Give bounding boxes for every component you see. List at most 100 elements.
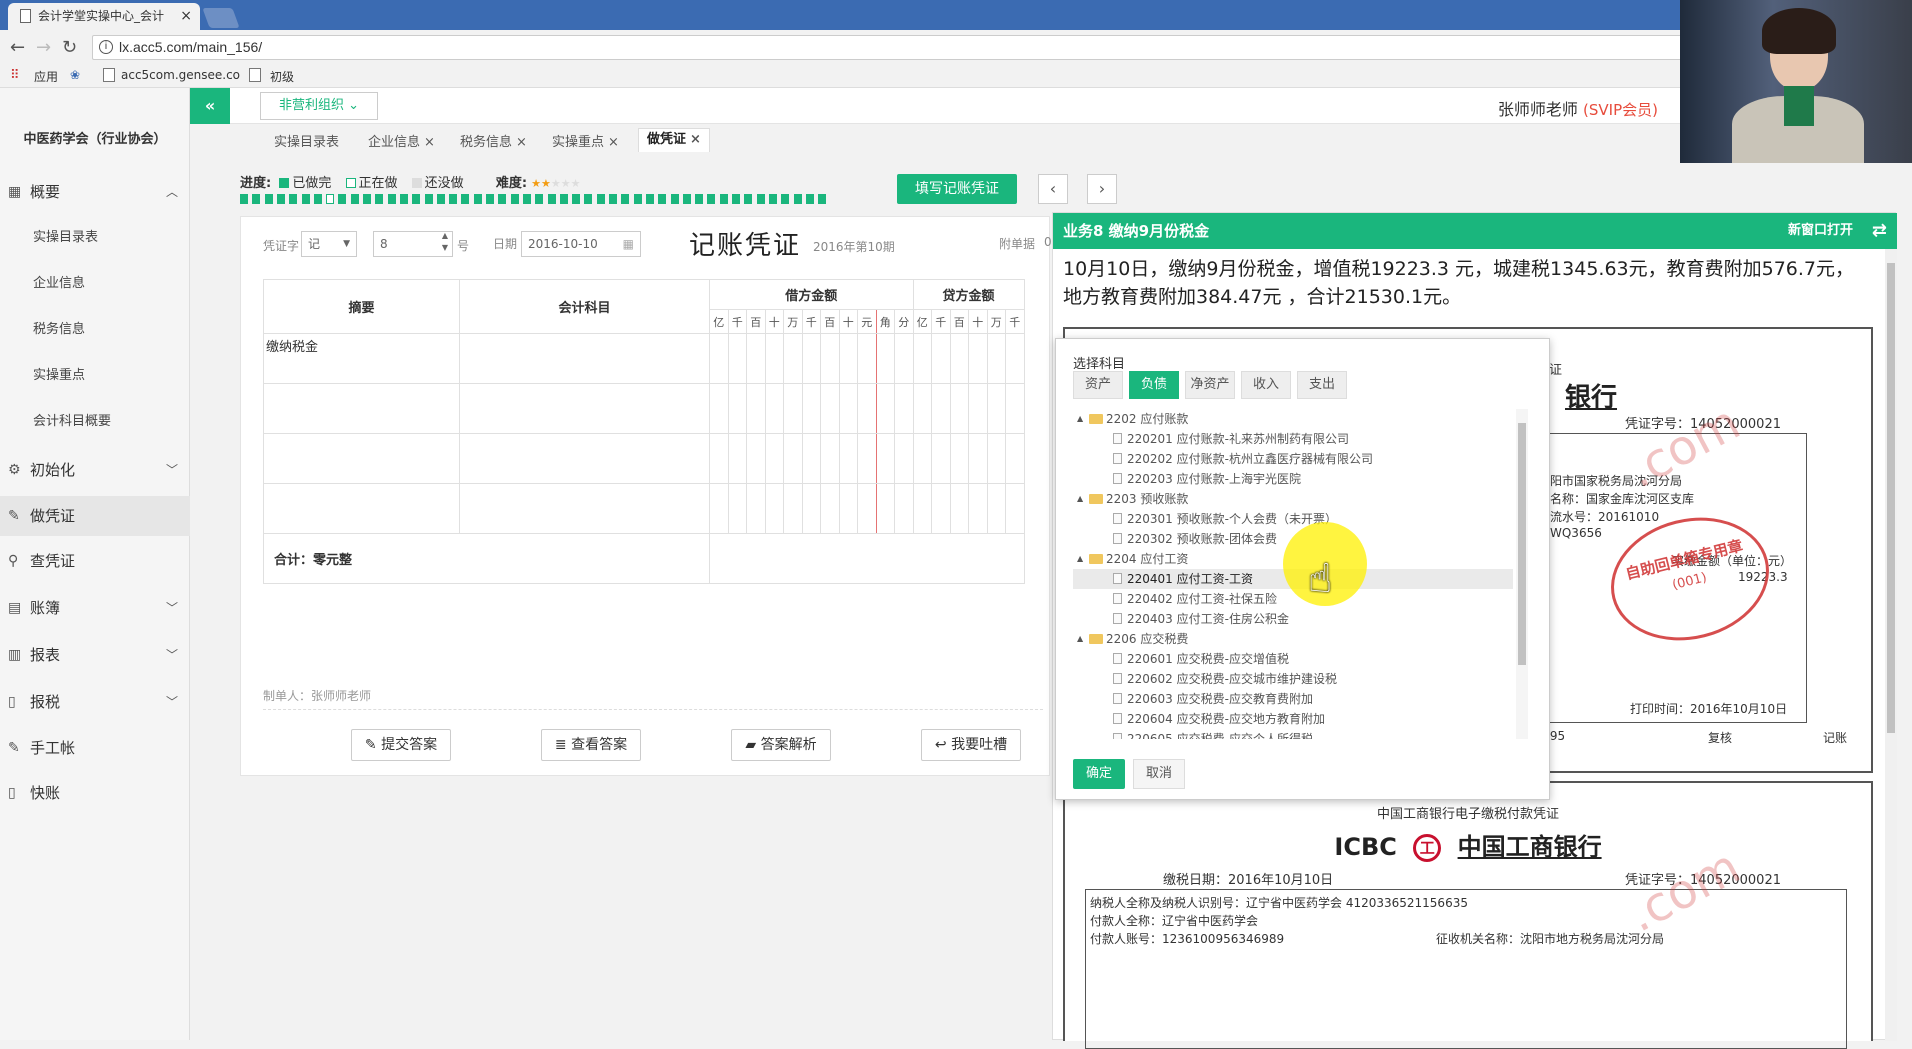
- expand-triangle-icon[interactable]: ▲: [1077, 549, 1083, 569]
- progress-cell[interactable]: [682, 194, 691, 204]
- credit-digit-cell[interactable]: [1005, 333, 1025, 384]
- progress-cell[interactable]: [805, 194, 814, 204]
- sidebar-sub-tax[interactable]: 税务信息: [0, 312, 190, 348]
- debit-digit-cell[interactable]: [820, 333, 840, 384]
- progress-cell[interactable]: [301, 194, 310, 204]
- progress-cell[interactable]: [486, 194, 494, 204]
- credit-digit-cell[interactable]: [949, 433, 969, 484]
- debit-digit-cell[interactable]: [764, 383, 784, 434]
- progress-cell[interactable]: [793, 194, 802, 204]
- summary-cell[interactable]: [263, 483, 460, 534]
- progress-cell[interactable]: [436, 194, 445, 204]
- debit-digit-cell[interactable]: [709, 433, 729, 484]
- progress-cell[interactable]: [695, 194, 704, 204]
- close-icon[interactable]: ×: [516, 135, 527, 150]
- account-cell[interactable]: [459, 433, 710, 484]
- forward-icon[interactable]: →: [36, 37, 51, 58]
- credit-digit-cell[interactable]: [931, 333, 951, 384]
- summary-cell[interactable]: 缴纳税金: [263, 333, 460, 384]
- debit-digit-cell[interactable]: [894, 383, 914, 434]
- prev-button[interactable]: ‹: [1038, 174, 1068, 204]
- progress-cell[interactable]: [596, 194, 605, 204]
- close-icon[interactable]: ×: [690, 132, 701, 147]
- progress-cell[interactable]: [264, 194, 273, 204]
- sidebar-item-ledger[interactable]: ▤ 账簿 ﹀: [0, 588, 190, 628]
- progress-cell[interactable]: [584, 194, 593, 204]
- bookmark-apps[interactable]: 应用: [34, 68, 58, 85]
- fill-voucher-button[interactable]: 填写记账凭证: [897, 174, 1017, 204]
- tree-leaf[interactable]: 220403 应付工资-住房公积金: [1073, 609, 1513, 629]
- debit-digit-cell[interactable]: [746, 383, 766, 434]
- credit-digit-cell[interactable]: [949, 483, 969, 534]
- debit-digit-cell[interactable]: [783, 433, 803, 484]
- sidebar-sub-keypoints[interactable]: 实操重点: [0, 358, 190, 394]
- sidebar-item-overview[interactable]: ▦ 概要 ︿: [0, 172, 190, 212]
- progress-cell[interactable]: [645, 194, 654, 204]
- progress-cell[interactable]: [449, 194, 458, 204]
- debit-digit-cell[interactable]: [857, 333, 877, 384]
- progress-cell[interactable]: [326, 194, 335, 204]
- debit-digit-cell[interactable]: [894, 333, 914, 384]
- close-icon[interactable]: ×: [424, 135, 435, 150]
- tab-company[interactable]: 企业信息 ×: [368, 131, 435, 150]
- credit-digit-cell[interactable]: [986, 383, 1006, 434]
- credit-digit-cell[interactable]: [986, 483, 1006, 534]
- sidebar-item-quick[interactable]: ▯ 快账: [0, 773, 190, 813]
- debit-digit-cell[interactable]: [709, 483, 729, 534]
- credit-digit-cell[interactable]: [931, 383, 951, 434]
- reload-icon[interactable]: ↻: [62, 37, 77, 58]
- scroll-thumb[interactable]: [1518, 423, 1526, 665]
- debit-digit-cell[interactable]: [875, 383, 895, 434]
- progress-cell[interactable]: [818, 194, 827, 204]
- submit-answer-button[interactable]: ✎ 提交答案: [351, 729, 451, 761]
- tab-assets[interactable]: 资产: [1073, 371, 1123, 399]
- tab-tax[interactable]: 税务信息 ×: [460, 131, 527, 150]
- progress-cell[interactable]: [252, 194, 261, 204]
- cancel-button[interactable]: 取消: [1133, 759, 1185, 789]
- expand-triangle-icon[interactable]: ▲: [1077, 629, 1083, 649]
- open-new-window-link[interactable]: 新窗口打开: [1788, 213, 1853, 249]
- voucher-type-select[interactable]: 记 ▼: [301, 231, 357, 257]
- progress-cell[interactable]: [363, 194, 371, 204]
- bookmark-gensee[interactable]: acc5com.gensee.co: [121, 68, 240, 82]
- tree-group[interactable]: ▲ 2203 预收账款: [1073, 489, 1188, 509]
- close-tab-icon[interactable]: ×: [180, 3, 192, 30]
- stepper-icon[interactable]: ▲ ▼: [442, 230, 448, 254]
- progress-cell[interactable]: [276, 194, 285, 204]
- progress-cell[interactable]: [375, 194, 384, 204]
- url-input[interactable]: i lx.acc5.com/main_156/: [92, 35, 1682, 60]
- credit-digit-cell[interactable]: [912, 383, 932, 434]
- tab-income[interactable]: 收入: [1241, 371, 1291, 399]
- account-cell[interactable]: [459, 383, 710, 434]
- expand-icon[interactable]: ⇄: [1872, 213, 1887, 249]
- summary-cell[interactable]: [263, 433, 460, 484]
- progress-cell[interactable]: [338, 194, 347, 204]
- tab-catalog[interactable]: 实操目录表: [274, 131, 339, 150]
- progress-cell[interactable]: [535, 194, 544, 204]
- answer-analysis-button[interactable]: ▰ 答案解析: [731, 729, 831, 761]
- progress-cell[interactable]: [313, 194, 322, 204]
- progress-cell[interactable]: [658, 194, 667, 204]
- credit-digit-cell[interactable]: [1005, 483, 1025, 534]
- debit-digit-cell[interactable]: [709, 383, 729, 434]
- sidebar-item-search-voucher[interactable]: ⚲ 查凭证: [0, 541, 190, 581]
- sidebar-item-reports[interactable]: ▥ 报表 ﹀: [0, 635, 190, 675]
- progress-cell[interactable]: [781, 194, 790, 204]
- debit-digit-cell[interactable]: [727, 333, 747, 384]
- progress-cell[interactable]: [719, 194, 728, 204]
- credit-digit-cell[interactable]: [1005, 433, 1025, 484]
- tree-group[interactable]: ▲ 2206 应交税费: [1073, 629, 1188, 649]
- debit-digit-cell[interactable]: [838, 383, 858, 434]
- calendar-icon[interactable]: ▦: [623, 232, 634, 256]
- debit-digit-cell[interactable]: [783, 383, 803, 434]
- debit-digit-cell[interactable]: [857, 383, 877, 434]
- tree-leaf[interactable]: 220603 应交税费-应交教育费附加: [1073, 689, 1513, 709]
- debit-digit-cell[interactable]: [727, 383, 747, 434]
- progress-cell[interactable]: [732, 194, 740, 204]
- debit-digit-cell[interactable]: [746, 433, 766, 484]
- debit-digit-cell[interactable]: [838, 433, 858, 484]
- next-button[interactable]: ›: [1087, 174, 1117, 204]
- tab-expense[interactable]: 支出: [1297, 371, 1347, 399]
- progress-cell[interactable]: [498, 194, 507, 204]
- sidebar-sub-accounts[interactable]: 会计科目概要: [0, 404, 190, 440]
